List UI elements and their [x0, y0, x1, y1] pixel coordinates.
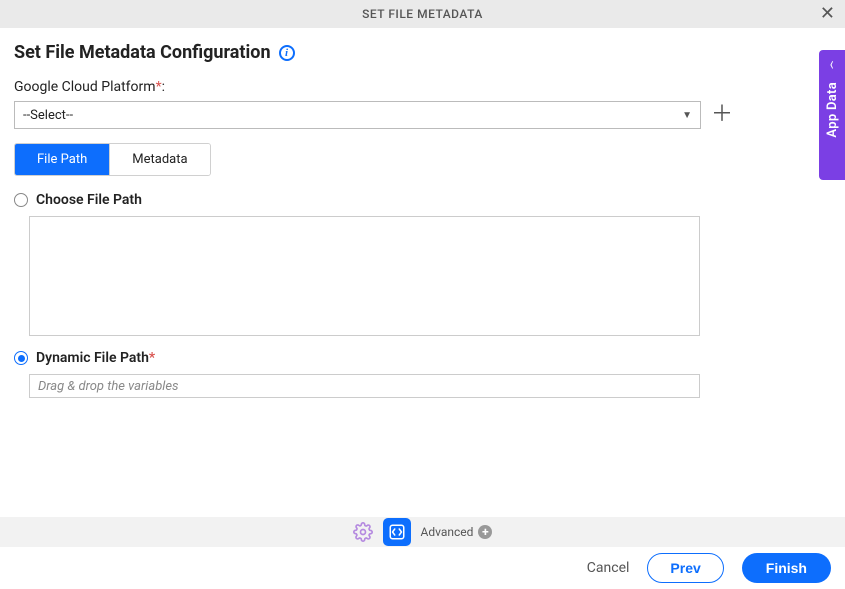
close-icon[interactable]: ✕: [820, 5, 835, 23]
tabs: File Path Metadata: [14, 143, 211, 176]
dialog-title: SET FILE METADATA: [362, 7, 483, 21]
gcp-colon: :: [162, 79, 165, 95]
choose-file-path-box[interactable]: [29, 216, 700, 336]
section-title-row: Set File Metadata Configuration i: [14, 42, 831, 63]
gear-icon[interactable]: [353, 522, 373, 542]
gcp-label: Google Cloud Platform*:: [14, 79, 831, 95]
tab-metadata[interactable]: Metadata: [109, 144, 209, 175]
cancel-button[interactable]: Cancel: [587, 560, 630, 576]
app-data-label: App Data: [825, 82, 840, 138]
dynamic-file-path-label-text: Dynamic File Path: [36, 350, 149, 366]
advanced-label: Advanced: [421, 525, 474, 539]
add-connection-icon[interactable]: ＋: [711, 104, 733, 126]
info-icon[interactable]: i: [279, 45, 295, 61]
content-area: Set File Metadata Configuration i Google…: [0, 28, 845, 517]
dynamic-file-path-label: Dynamic File Path*: [36, 350, 155, 366]
tab-file-path[interactable]: File Path: [15, 144, 109, 175]
script-icon[interactable]: [383, 518, 411, 546]
dynamic-file-path-row: Dynamic File Path*: [14, 350, 831, 366]
page-title: Set File Metadata Configuration: [14, 42, 271, 63]
dynamic-file-path-placeholder: Drag & drop the variables: [38, 379, 179, 394]
chevron-down-icon: ▼: [682, 110, 692, 121]
gcp-select-row: --Select-- ▼ ＋: [14, 101, 831, 129]
chevron-left-icon: ‹: [830, 56, 834, 74]
finish-button[interactable]: Finish: [742, 553, 831, 583]
choose-file-path-row: Choose File Path: [14, 192, 831, 208]
gcp-select-value: --Select--: [23, 108, 73, 123]
advanced-link[interactable]: Advanced +: [421, 525, 493, 539]
plus-circle-icon: +: [478, 525, 492, 539]
dynamic-file-path-input[interactable]: Drag & drop the variables: [29, 374, 700, 398]
app-data-side-tab[interactable]: ‹ App Data: [819, 50, 845, 180]
dynamic-file-path-radio[interactable]: [14, 351, 28, 365]
bottom-toolbar: Advanced +: [0, 517, 845, 547]
footer: Cancel Prev Finish: [0, 547, 845, 589]
gcp-label-text: Google Cloud Platform: [14, 79, 156, 95]
required-mark: *: [149, 350, 155, 366]
dialog-header: SET FILE METADATA ✕: [0, 0, 845, 28]
choose-file-path-label: Choose File Path: [36, 192, 142, 208]
choose-file-path-radio[interactable]: [14, 193, 28, 207]
prev-button[interactable]: Prev: [647, 553, 723, 583]
gcp-select[interactable]: --Select-- ▼: [14, 101, 701, 129]
